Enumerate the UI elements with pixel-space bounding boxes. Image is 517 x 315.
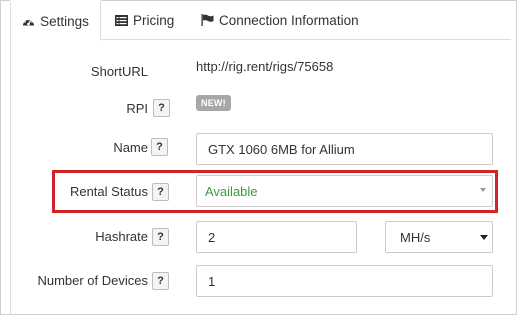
devices-input[interactable]: 1 — [196, 265, 493, 297]
name-help-icon[interactable]: ? — [151, 138, 168, 156]
hashrate-label: Hashrate — [95, 229, 148, 244]
name-label: Name — [113, 140, 148, 155]
rental-status-select[interactable]: Available — [196, 175, 493, 207]
devices-help-icon[interactable]: ? — [152, 272, 169, 290]
hashrate-unit-select[interactable]: MH/s — [385, 221, 493, 253]
panel-border — [10, 40, 11, 315]
shorturl-link[interactable]: http://rig.rent/rigs/75658 — [196, 59, 333, 74]
tab-connection-information[interactable]: Connection Information — [201, 0, 359, 40]
tab-settings[interactable]: Settings — [10, 0, 101, 41]
chevron-down-icon — [480, 235, 488, 240]
name-input[interactable]: GTX 1060 6MB for Allium — [196, 133, 493, 165]
rental-status-help-icon[interactable]: ? — [152, 183, 169, 201]
shorturl-label: ShortURL — [90, 64, 148, 79]
rpi-label: RPI — [126, 101, 148, 116]
chevron-down-icon — [480, 188, 486, 192]
tab-pricing[interactable]: Pricing — [115, 0, 174, 40]
flag-icon — [201, 14, 214, 26]
tab-settings-label: Settings — [40, 14, 89, 29]
hashrate-unit-value: MH/s — [400, 229, 431, 245]
list-icon — [115, 14, 128, 26]
devices-label: Number of Devices — [37, 273, 148, 288]
hashrate-input[interactable]: 2 — [196, 221, 357, 253]
tab-bar: Settings Pricing Connection Information — [10, 0, 511, 41]
rental-status-value: Available — [205, 183, 258, 199]
hashrate-help-icon[interactable]: ? — [152, 228, 169, 246]
rental-status-label: Rental Status — [69, 184, 148, 199]
dashboard-icon — [22, 16, 35, 27]
tab-connection-label: Connection Information — [219, 12, 359, 28]
rpi-help-icon[interactable]: ? — [153, 99, 170, 117]
rpi-new-badge: NEW! — [196, 95, 231, 111]
tab-pricing-label: Pricing — [133, 12, 175, 28]
